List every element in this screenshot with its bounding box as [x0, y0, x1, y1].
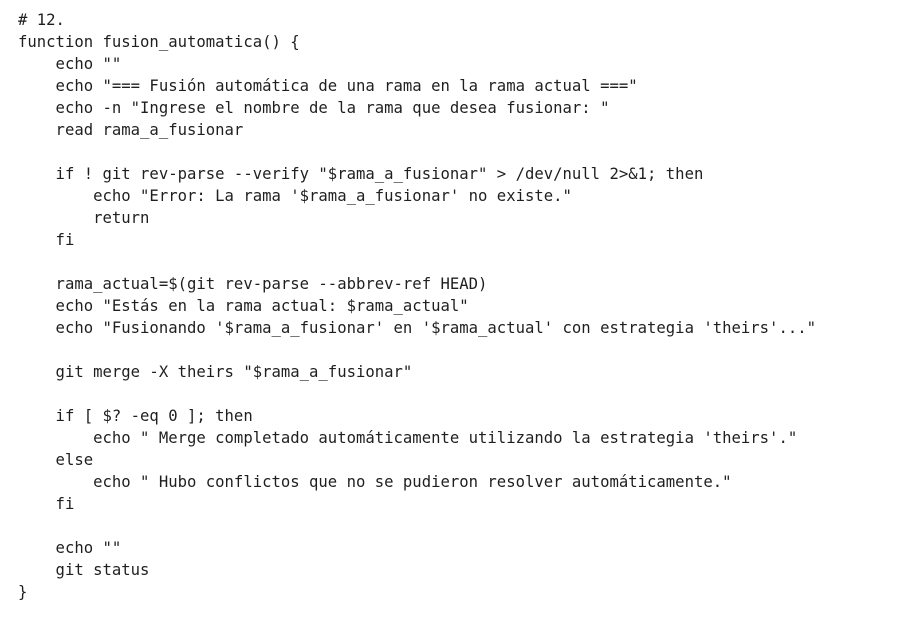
code-line: git merge -X theirs "$rama_a_fusionar"	[18, 363, 413, 381]
code-line: }	[18, 583, 28, 601]
code-line: echo " Merge completado automáticamente …	[18, 429, 798, 447]
code-block: # 12. function fusion_automatica() { ech…	[0, 0, 923, 617]
code-line: # 12.	[18, 11, 65, 29]
code-line: read rama_a_fusionar	[18, 121, 244, 139]
code-line: else	[18, 451, 94, 469]
code-line: fi	[18, 495, 75, 513]
code-line: echo ""	[18, 539, 122, 557]
code-line: echo "Error: La rama '$rama_a_fusionar' …	[18, 187, 572, 205]
code-line: echo "=== Fusión automática de una rama …	[18, 77, 638, 95]
code-line: fi	[18, 231, 75, 249]
code-line: if [ $? -eq 0 ]; then	[18, 407, 253, 425]
code-line: function fusion_automatica() {	[18, 33, 300, 51]
code-line: echo "Fusionando '$rama_a_fusionar' en '…	[18, 319, 816, 337]
code-line: echo "Estás en la rama actual: $rama_act…	[18, 297, 469, 315]
code-line: echo -n "Ingrese el nombre de la rama qu…	[18, 99, 610, 117]
code-line: git status	[18, 561, 150, 579]
code-line: rama_actual=$(git rev-parse --abbrev-ref…	[18, 275, 488, 293]
code-line: return	[18, 209, 150, 227]
code-line: echo ""	[18, 55, 122, 73]
code-line: if ! git rev-parse --verify "$rama_a_fus…	[18, 165, 704, 183]
code-line: echo " Hubo conflictos que no se pudiero…	[18, 473, 732, 491]
